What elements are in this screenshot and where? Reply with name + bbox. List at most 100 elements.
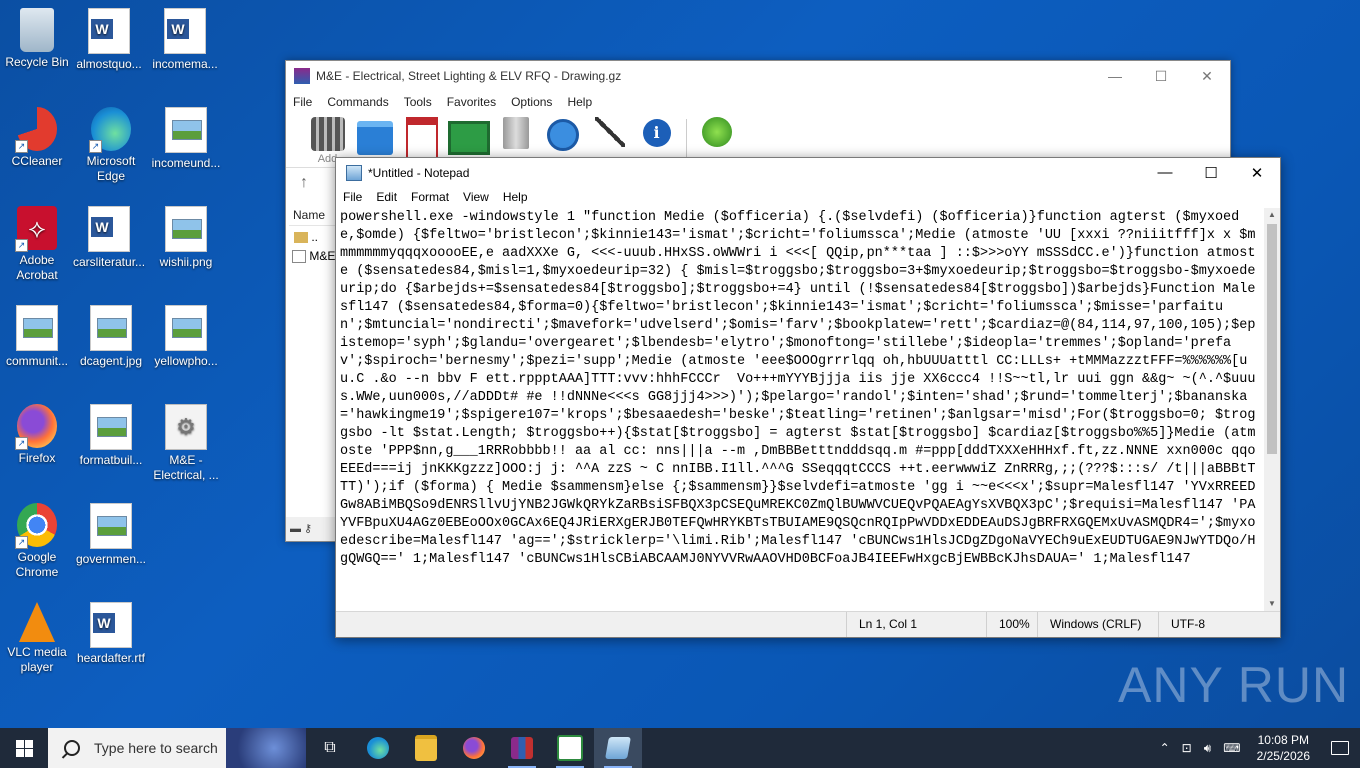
image-file-icon [90,305,132,351]
winrar-titlebar[interactable]: M&E - Electrical, Street Lighting & ELV … [286,61,1230,91]
menu-help[interactable]: Help [496,190,535,204]
clock[interactable]: 10:08 PM 2/25/2026 [1247,732,1320,764]
clock-date: 2/25/2026 [1256,749,1310,763]
image-file-icon [165,107,207,153]
menu-help[interactable]: Help [560,95,600,109]
desktop-icon-wishii[interactable]: wishii.png [150,200,222,270]
word-document-icon [88,8,130,54]
desktop-icon-ccleaner[interactable]: ↗ CCleaner [1,101,73,169]
taskbar-winrar[interactable] [498,728,546,768]
start-button[interactable] [0,728,48,768]
magnifier-icon [546,119,579,151]
desktop-icon-heardafter[interactable]: heardafter.rtf [75,596,147,666]
taskbar-firefox[interactable] [450,728,498,768]
shortcut-arrow-icon: ↗ [89,140,102,153]
menu-edit[interactable]: Edit [369,190,404,204]
view-button[interactable] [445,117,492,155]
notification-icon [1331,741,1349,755]
desktop-icon-formatbuil[interactable]: formatbuil... [75,398,147,468]
desktop-icon-carsliteratur[interactable]: carsliteratur... [73,200,145,270]
volume-icon[interactable]: 🔊︎ [1198,741,1218,756]
word-document-icon [164,8,206,54]
desktop-icon-incomeund[interactable]: incomeund... [150,101,222,171]
shortcut-arrow-icon: ↗ [15,239,28,252]
image-file-icon [165,305,207,351]
taskbar-edge[interactable] [354,728,402,768]
maximize-button[interactable]: ☐ [1138,68,1184,85]
delete-button[interactable] [492,117,539,155]
minimize-button[interactable]: — [1092,68,1138,85]
notepad-text-area[interactable]: powershell.exe -windowstyle 1 "function … [336,208,1264,611]
keyboard-icon[interactable]: ⌨ [1217,741,1246,755]
notepad-content[interactable]: powershell.exe -windowstyle 1 "function … [336,208,1264,570]
desktop-icon-microsoft-edge[interactable]: ↗ Microsoft Edge [75,101,147,184]
menu-file[interactable]: File [286,95,320,109]
desktop-icon-governmen[interactable]: governmen... [75,497,147,567]
winrar-app-icon [294,68,310,84]
virus-icon [701,117,732,147]
file-icon [292,250,306,264]
winrar-statusbar: ▬ ⚷ [286,517,340,541]
desktop-icon-google-chrome[interactable]: ↗ Google Chrome [1,497,73,580]
notepad-menubar: File Edit Format View Help [336,187,1280,207]
firefox-icon [463,737,485,759]
ccleaner-icon: ↗ [15,107,57,153]
shortcut-arrow-icon: ↗ [15,437,28,450]
menu-file[interactable]: File [336,190,369,204]
menu-view[interactable]: View [456,190,496,204]
desktop-icon-me-electrical[interactable]: ⚙ M&E - Electrical, ... [150,398,222,483]
desktop-icon-yellowpho[interactable]: yellowpho... [150,299,222,369]
desktop-icon-firefox[interactable]: ↗ Firefox [1,398,73,466]
desktop-icon-adobe-acrobat[interactable]: ⟡ ↗ Adobe Acrobat [1,200,73,283]
spreadsheet-icon [557,735,583,761]
wizard-button[interactable] [586,117,633,155]
network-icon[interactable]: ⊡ [1176,741,1198,755]
find-button[interactable] [539,117,586,155]
desktop-icon-communit[interactable]: communit... [1,299,73,369]
status-line-ending: Windows (CRLF) [1037,612,1158,637]
word-document-icon [88,206,130,252]
info-button[interactable]: i [633,117,680,155]
chevron-up-icon[interactable]: ⌃ [1154,741,1176,755]
task-view-icon: ⧉ [324,739,336,756]
taskbar-search-box[interactable]: Type here to search [48,728,306,768]
folder-icon [294,232,308,244]
maximize-button[interactable]: ☐ [1188,164,1234,182]
desktop-icon-almostquo[interactable]: almostquo... [73,2,145,72]
up-arrow-icon: ↑ [300,174,308,191]
taskbar-notepad[interactable] [594,728,642,768]
scroll-down-icon[interactable]: ▼ [1264,597,1280,611]
desktop-icon-vlc[interactable]: VLC media player [1,596,73,675]
task-view-button[interactable]: ⧉ [306,728,354,768]
menu-commands[interactable]: Commands [320,95,396,109]
vertical-scrollbar[interactable]: ▲ ▼ [1264,208,1280,611]
file-row-me[interactable]: M&E [292,249,335,264]
minimize-button[interactable]: — [1142,164,1188,182]
menu-options[interactable]: Options [504,95,560,109]
notepad-title: *Untitled - Notepad [368,165,470,180]
test-button[interactable] [398,117,445,159]
recycle-bin-icon [20,8,54,52]
extract-button[interactable] [351,117,398,155]
desktop-icon-recycle-bin[interactable]: Recycle Bin [1,2,73,70]
file-row-parent[interactable]: .. [294,230,318,244]
shortcut-arrow-icon: ↗ [15,536,28,549]
taskbar-sheet-app[interactable] [546,728,594,768]
virusscan-button[interactable] [693,117,740,155]
desktop-icon-dcagent[interactable]: dcagent.jpg [75,299,147,369]
desktop-icon-incomema[interactable]: incomema... [149,2,221,72]
taskbar-file-explorer[interactable] [402,728,450,768]
scroll-thumb[interactable] [1267,224,1277,454]
close-button[interactable]: ✕ [1234,164,1280,182]
menu-format[interactable]: Format [404,190,456,204]
notepad-app-icon [346,164,362,181]
add-button[interactable]: Add [304,117,351,165]
menu-tools[interactable]: Tools [397,95,440,109]
close-button[interactable]: ✕ [1184,68,1230,85]
notification-center-button[interactable] [1320,728,1360,768]
search-highlight-image [226,728,306,768]
scroll-up-icon[interactable]: ▲ [1264,208,1280,222]
winrar-title: M&E - Electrical, Street Lighting & ELV … [316,69,622,83]
notepad-titlebar[interactable]: *Untitled - Notepad — ☐ ✕ [336,158,1280,187]
menu-favorites[interactable]: Favorites [440,95,504,109]
